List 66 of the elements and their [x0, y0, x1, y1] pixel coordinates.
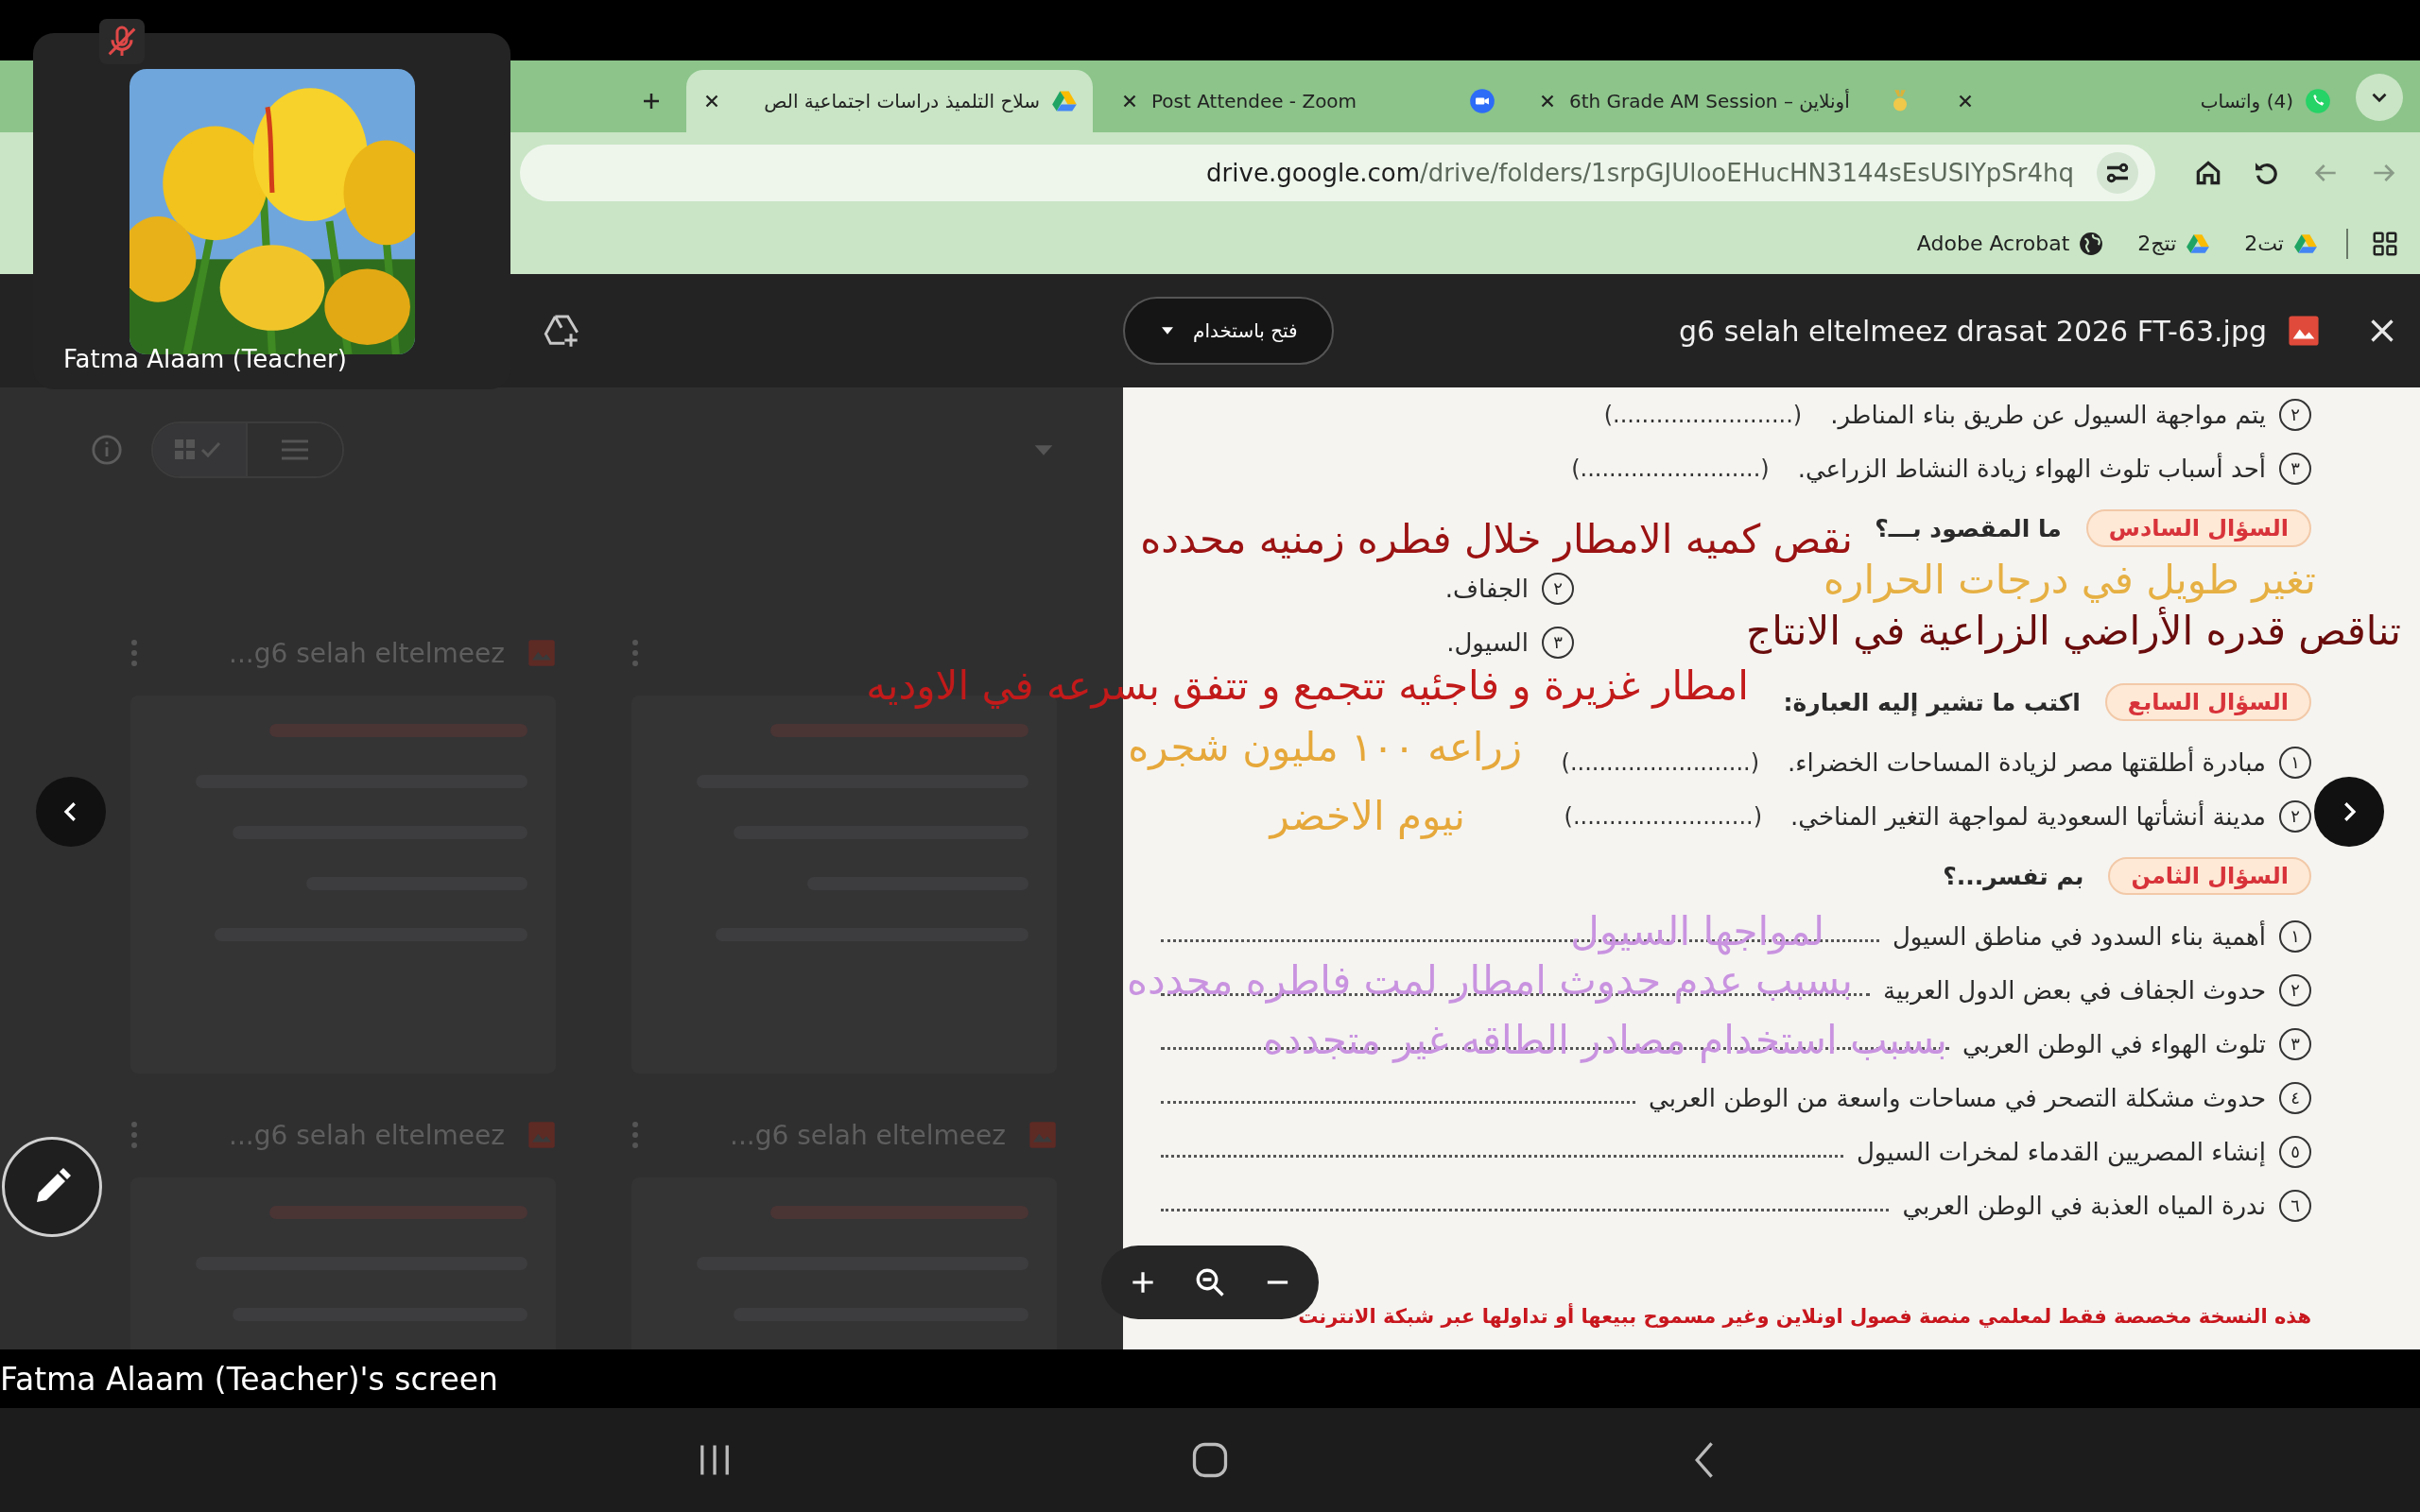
file-thumbnail[interactable]	[130, 696, 556, 1074]
item-number: ١	[2279, 746, 2311, 779]
item-text: يتم مواجهة السيول عن طريق بناء المناطر.	[1830, 400, 2266, 429]
file-title: g6 selah eltelmeez drasat 2026 FT-63.jpg	[1679, 314, 2267, 348]
question-heading: السؤال السابع	[2104, 683, 2311, 721]
item-text: الجفاف.	[1444, 574, 1529, 603]
address-field[interactable]: drive.google.com/drive/folders/1srpGJUlooEHucHN3144sEsUSIYpSr4hq	[520, 144, 2155, 201]
bookmark[interactable]: Adobe Acrobat	[1910, 227, 2110, 260]
copyright-notice: هذه النسخة مخصصة فقط لمعلمي منصة فصول اونلاين وغير مسموح ببيعها أو تداولها عبر شبكة الانترنت	[1298, 1302, 2311, 1330]
item-text: أهمية بناء السدود في مناطق السيول	[1892, 921, 2266, 951]
site-settings-icon[interactable]	[2097, 151, 2138, 194]
question-prompt: اكتب ما تشير إليه العبارة:	[1783, 688, 2081, 716]
handwritten-answer: تناقص قدره الأراضي الزراعية في الانتاج	[1746, 606, 2401, 656]
handwritten-answer: لمواجها السيول	[1570, 907, 1824, 957]
url-text: drive.google.com/drive/folders/1srpGJUlooEHucHN3144sEsUSIYpSr4hq	[1206, 158, 2074, 187]
item-text: ندرة المياه العذبة في الوطن العربي	[1902, 1191, 2266, 1220]
handwritten-answer: نيوم الاخضر	[1270, 792, 1465, 841]
item-number: ٤	[2279, 1081, 2311, 1114]
answer-blank: (.........................)	[1603, 401, 1803, 428]
list-icon	[280, 438, 310, 462]
item-number: ٦	[2279, 1189, 2311, 1222]
item-text: أحد أسباب تلوث الهواء زيادة النشاط الزراعي.	[1797, 454, 2266, 483]
item-number: ٥	[2279, 1135, 2311, 1168]
minus-icon	[1265, 1280, 1290, 1284]
item-text: حدوث مشكلة التصحر في مساحات واسعة من الوطن العربي	[1649, 1083, 2266, 1112]
item-number: ٣	[2279, 452, 2311, 485]
participant-name: Fatma Alaam (Teacher)	[63, 345, 347, 373]
bookmark[interactable]: تتج2	[2132, 227, 2217, 260]
question-heading: السؤال السادس	[2085, 509, 2311, 547]
image-file-icon	[527, 639, 556, 667]
question-prompt: بم تفسر...؟	[1943, 862, 2084, 890]
item-number: ١	[2279, 919, 2311, 953]
browser-tab[interactable]: (4) واتساب	[1940, 70, 2346, 132]
browser-tab[interactable]: سلاح التلميذ دراسات اجتماعية الص	[686, 70, 1093, 132]
question-prompt: ما المقصود بـــ؟	[1875, 514, 2062, 542]
item-number: ٣	[2279, 1027, 2311, 1060]
whatsapp-icon	[2305, 88, 2331, 114]
item-text: حدوث الجفاف في بعض الدول العربية	[1882, 975, 2266, 1005]
handwritten-answer: زراعه ١٠٠ مليون شجره	[1128, 723, 1522, 772]
handwritten-answer: بسبب عدم حدوث امطار لمت فاطره محدده	[1127, 956, 1853, 1005]
open-with-button[interactable]: فتح باستخدام	[1123, 297, 1334, 365]
image-file-icon	[2288, 315, 2320, 347]
globe-icon	[2079, 231, 2104, 256]
answer-blank: (.........................)	[1571, 455, 1770, 482]
question-heading: السؤال الثامن	[2108, 857, 2311, 895]
bookmark[interactable]: تت2	[2238, 227, 2324, 260]
image-file-icon	[527, 1121, 556, 1149]
item-number: ٢	[2279, 398, 2311, 431]
item-text: تلوث الهواء في الوطن العربي	[1962, 1029, 2266, 1058]
tab-menu-button[interactable]	[2356, 74, 2403, 121]
item-text: السيول.	[1446, 627, 1529, 657]
image-file-icon	[1028, 1121, 1057, 1149]
item-text: مدينة أنشأتها السعودية لمواجهة التغير المناخي.	[1790, 801, 2266, 831]
browser-tab[interactable]: Post Attendee - Zoom	[1104, 70, 1511, 132]
screen-share-caption: Fatma Alaam (Teacher)'s screen	[0, 1360, 498, 1398]
browser-tab[interactable]: 6th Grade AM Session – أونلاين	[1522, 70, 1928, 132]
item-text: إنشاء المصريين القدماء لمخرات السيول	[1856, 1137, 2266, 1166]
answer-blank: (.........................)	[1564, 802, 1762, 830]
item-text: مبادرة أطلقتها مصر لزيادة المساحات الخضراء.	[1788, 747, 2266, 777]
item-number: ٢	[1542, 572, 1574, 605]
item-number: ٣	[1542, 626, 1574, 659]
video-camera-icon	[1469, 88, 1495, 114]
handwritten-answer: بسبب استخدام مصادر الطاقه غير متجدده	[1262, 1016, 1947, 1065]
item-number: ٢	[2279, 799, 2311, 833]
item-number: ٢	[2279, 973, 2311, 1006]
answer-blank: (.........................)	[1561, 748, 1760, 776]
